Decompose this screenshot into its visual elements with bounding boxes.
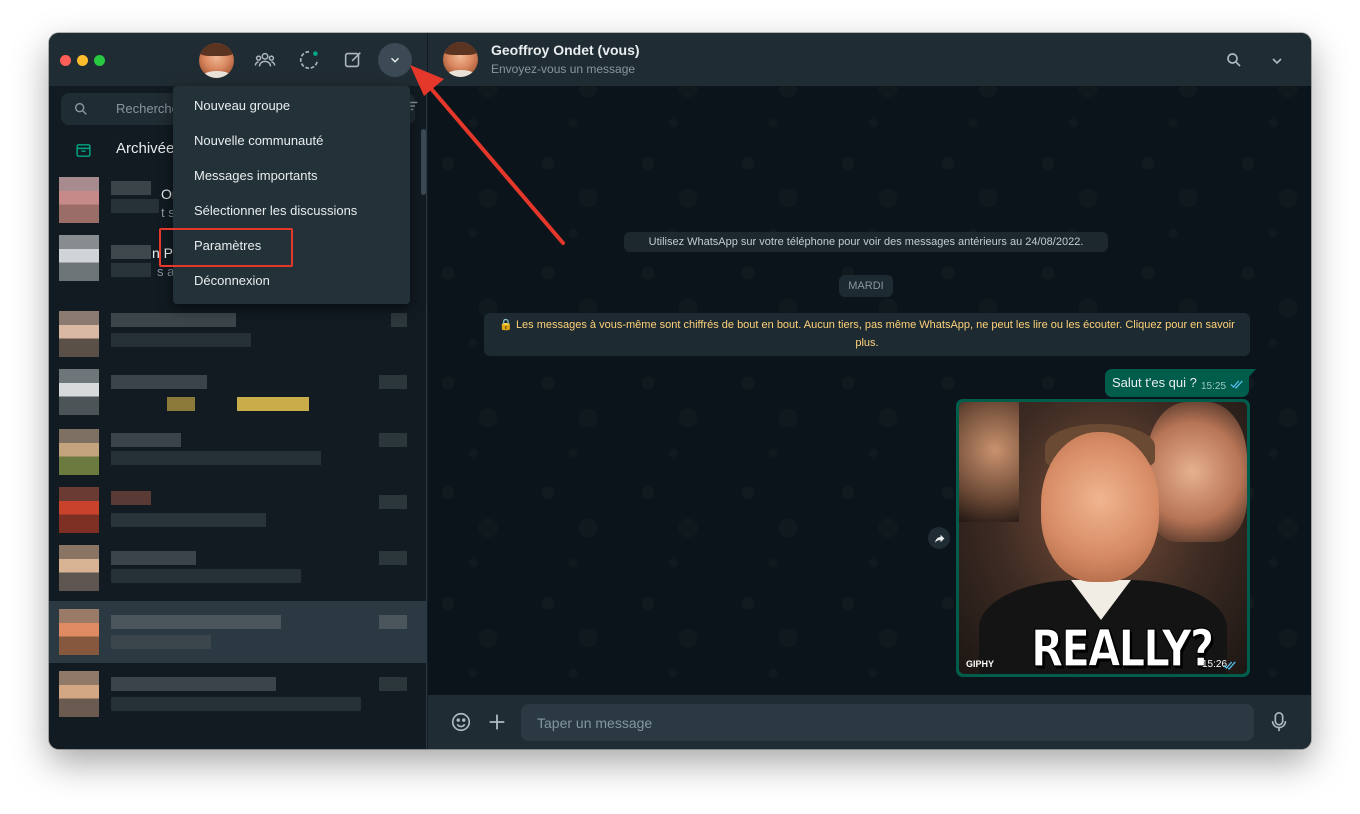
new-chat-icon[interactable] bbox=[340, 47, 366, 73]
day-separator: MARDI bbox=[839, 275, 893, 297]
forward-icon bbox=[934, 534, 944, 543]
chevron-down-icon[interactable] bbox=[1269, 53, 1285, 69]
avatar bbox=[59, 545, 99, 591]
menu-item-new-group[interactable]: Nouveau groupe bbox=[173, 88, 410, 123]
sidebar-scrollbar[interactable] bbox=[421, 129, 426, 195]
message-input[interactable] bbox=[521, 704, 1254, 741]
avatar bbox=[59, 671, 99, 717]
avatar bbox=[59, 177, 99, 223]
chat-item[interactable] bbox=[49, 425, 427, 481]
avatar bbox=[59, 235, 99, 281]
double-check-icon bbox=[1230, 380, 1243, 389]
menu-item-select-chats[interactable]: Sélectionner les discussions bbox=[173, 193, 410, 228]
chat-item-selected[interactable] bbox=[49, 601, 427, 663]
forward-button[interactable] bbox=[928, 527, 950, 549]
my-avatar[interactable] bbox=[199, 43, 234, 78]
close-window-button[interactable] bbox=[60, 55, 71, 66]
menu-item-new-community[interactable]: Nouvelle communauté bbox=[173, 123, 410, 158]
chat-item[interactable] bbox=[49, 483, 427, 539]
contact-subtitle: Envoyez-vous un message bbox=[491, 62, 636, 76]
double-check-icon bbox=[1223, 661, 1236, 670]
gif-image[interactable]: REALLY? GIPHY 15:26 bbox=[959, 402, 1247, 674]
message-text: Salut t'es qui ? bbox=[1112, 375, 1197, 390]
compose-bar bbox=[428, 695, 1311, 749]
menu-item-logout[interactable]: Déconnexion bbox=[173, 263, 410, 298]
contact-name: Geoffroy Ondet (vous) bbox=[491, 42, 640, 58]
conversation-pane: Geoffroy Ondet (vous) Envoyez-vous un me… bbox=[428, 33, 1311, 749]
plus-icon[interactable] bbox=[486, 711, 508, 733]
gif-caption: REALLY? bbox=[1030, 618, 1214, 674]
community-icon[interactable] bbox=[252, 47, 278, 73]
mic-icon[interactable] bbox=[1270, 711, 1288, 733]
minimize-window-button[interactable] bbox=[77, 55, 88, 66]
archive-icon bbox=[76, 144, 91, 157]
sidebar: Recherche Archivées Or t s n P s a Nouve… bbox=[49, 33, 427, 749]
settings-highlight-annotation bbox=[159, 228, 293, 267]
search-icon bbox=[74, 102, 87, 115]
status-icon[interactable] bbox=[296, 47, 322, 73]
avatar bbox=[59, 311, 99, 357]
chevron-down-icon bbox=[391, 57, 399, 63]
giphy-label: GIPHY bbox=[966, 659, 995, 669]
chat-item[interactable] bbox=[49, 365, 427, 421]
system-message: Utilisez WhatsApp sur votre téléphone po… bbox=[624, 232, 1108, 252]
emoji-icon[interactable] bbox=[450, 711, 472, 733]
archived-label: Archivées bbox=[116, 140, 182, 157]
search-placeholder: Recherche bbox=[116, 101, 179, 116]
search-icon[interactable] bbox=[1225, 51, 1243, 69]
whatsapp-window: Recherche Archivées Or t s n P s a Nouve… bbox=[49, 33, 1311, 749]
avatar bbox=[59, 609, 99, 655]
message-time: 15:25 bbox=[1201, 381, 1227, 392]
main-menu-dropdown: Nouveau groupe Nouvelle communauté Messa… bbox=[173, 86, 410, 304]
menu-item-starred-messages[interactable]: Messages importants bbox=[173, 158, 410, 193]
gif-message[interactable]: REALLY? GIPHY 15:26 bbox=[956, 399, 1250, 677]
menu-button[interactable] bbox=[378, 43, 412, 77]
sidebar-header bbox=[49, 33, 427, 86]
encryption-notice[interactable]: 🔒 Les messages à vous-même sont chiffrés… bbox=[484, 313, 1250, 356]
chat-item[interactable] bbox=[49, 307, 427, 363]
outgoing-message[interactable]: Salut t'es qui ? 15:25 bbox=[1105, 369, 1256, 397]
chat-item[interactable] bbox=[49, 541, 427, 597]
avatar bbox=[59, 369, 99, 415]
avatar bbox=[59, 487, 99, 533]
avatar bbox=[59, 429, 99, 475]
contact-avatar[interactable] bbox=[443, 42, 478, 77]
chat-item[interactable] bbox=[49, 667, 427, 723]
zoom-window-button[interactable] bbox=[94, 55, 105, 66]
conversation-header[interactable]: Geoffroy Ondet (vous) Envoyez-vous un me… bbox=[428, 33, 1311, 86]
